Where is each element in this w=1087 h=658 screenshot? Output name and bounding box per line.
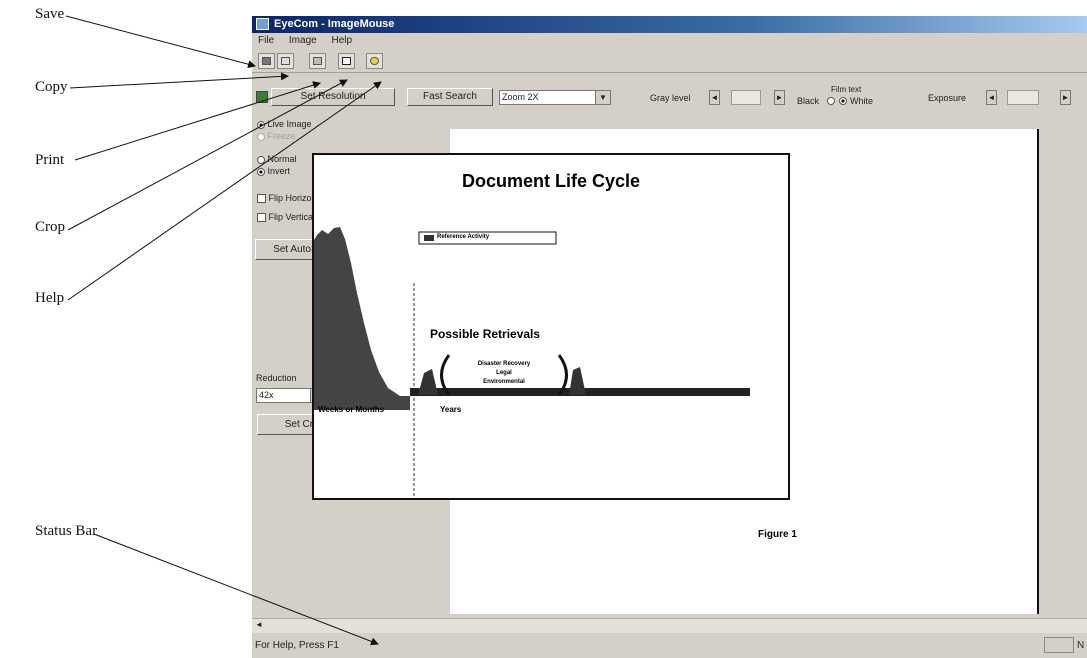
menu-file[interactable]: File: [258, 33, 274, 49]
live-image-label: Live Image: [267, 119, 312, 129]
retrieval-types: Disaster Recovery Legal Environmental: [454, 360, 554, 387]
right-retrieval-peak: [569, 367, 586, 395]
freeze-label: Freeze: [267, 131, 296, 141]
view-right-border: [1037, 129, 1039, 614]
legend-label: Reference Activity: [437, 234, 490, 240]
status-help-text: For Help, Press F1: [255, 640, 339, 651]
black-label: Black: [797, 96, 820, 106]
scroll-left-arrow[interactable]: ◄: [255, 620, 263, 629]
live-image-radio[interactable]: [257, 120, 265, 129]
help-button[interactable]: [366, 53, 383, 69]
life-cycle-graph: [314, 227, 750, 496]
status-panel-right: [1044, 637, 1074, 653]
callout-help: Help: [35, 290, 65, 306]
callout-status-bar: Status Bar: [35, 523, 98, 539]
fast-search-button[interactable]: Fast Search: [407, 88, 493, 106]
save-icon: [262, 57, 271, 65]
save-button[interactable]: [258, 53, 275, 69]
crop-icon: [342, 57, 351, 65]
exposure-label: Exposure: [928, 93, 967, 103]
invert-option[interactable]: Invert: [257, 166, 290, 176]
years-label: Years: [440, 405, 462, 414]
flip-vertical-label: Flip Vertical: [268, 212, 316, 222]
title-bar: EyeCom - ImageMouse: [252, 16, 1087, 33]
app-icon: [256, 18, 269, 30]
figure-title: Document Life Cycle: [461, 171, 641, 191]
live-image-option[interactable]: Live Image: [257, 119, 312, 129]
gray-level-slider[interactable]: [731, 90, 761, 105]
menu-image[interactable]: Image: [289, 33, 317, 49]
status-indicator: N: [1077, 640, 1085, 651]
resolution-icon: [256, 91, 268, 103]
exposure-slider[interactable]: [1007, 90, 1039, 105]
weeks-or-months-label: Weeks or Months: [318, 405, 385, 414]
callout-copy: Copy: [35, 79, 68, 95]
normal-label: Normal: [267, 154, 297, 164]
control-bar: Set Resolution Fast Search Zoom 2X ▼ Gra…: [252, 85, 1087, 108]
normal-option[interactable]: Normal: [257, 154, 297, 164]
flip-vertical-option[interactable]: Flip Vertical: [257, 212, 316, 223]
figure-caption: Figure 1: [758, 529, 797, 540]
invert-radio[interactable]: [257, 167, 265, 176]
help-icon: [370, 57, 379, 65]
exposure-left-arrow[interactable]: ◄: [986, 90, 997, 105]
zoom-select[interactable]: Zoom 2X ▼: [499, 90, 611, 105]
normal-radio[interactable]: [257, 155, 265, 164]
left-retrieval-peak: [418, 369, 438, 395]
window-title: EyeCom - ImageMouse: [274, 18, 395, 30]
gray-level-right-arrow[interactable]: ►: [774, 90, 785, 105]
flip-horizontal-checkbox[interactable]: [257, 194, 266, 204]
copy-button[interactable]: [277, 53, 294, 69]
gray-level-label: Gray level: [650, 93, 691, 103]
menu-bar: File Image Help: [252, 33, 1087, 49]
legend-swatch: [424, 235, 434, 241]
flip-vertical-checkbox[interactable]: [257, 213, 266, 223]
retrieval-type-environmental: Environmental: [483, 379, 525, 385]
invert-label: Invert: [267, 166, 291, 176]
crop-button[interactable]: [338, 53, 355, 69]
film-text-label: Film text: [831, 85, 862, 94]
set-resolution-button[interactable]: Set Resolution: [271, 88, 395, 106]
retrieval-type-legal: Legal: [496, 370, 512, 376]
toolbar: [252, 50, 1087, 73]
freeze-radio[interactable]: [257, 132, 265, 141]
exposure-right-arrow[interactable]: ►: [1060, 90, 1071, 105]
reduction-label: Reduction: [256, 373, 297, 383]
black-radio[interactable]: [827, 97, 835, 105]
callout-save: Save: [35, 6, 65, 22]
status-bar: For Help, Press F1 N: [252, 634, 1087, 658]
horizontal-scrollbar[interactable]: ◄: [252, 618, 1087, 633]
zoom-value: Zoom 2X: [502, 92, 539, 102]
print-button[interactable]: [309, 53, 326, 69]
reference-activity-curve: [314, 227, 410, 410]
document-figure: Document Life Cycle Reference Activity P…: [312, 153, 790, 500]
white-label: White: [850, 96, 874, 106]
callout-print: Print: [35, 152, 65, 168]
freeze-option[interactable]: Freeze: [257, 131, 296, 141]
possible-retrievals-label: Possible Retrievals: [430, 327, 541, 341]
retrieval-type-disaster-recovery: Disaster Recovery: [477, 361, 531, 367]
copy-icon: [281, 57, 290, 65]
menu-help[interactable]: Help: [331, 33, 352, 49]
chevron-down-icon[interactable]: ▼: [595, 91, 610, 104]
callout-crop: Crop: [35, 219, 65, 235]
print-icon: [313, 57, 322, 65]
reduction-value: 42x: [259, 390, 274, 400]
white-radio[interactable]: [839, 97, 847, 105]
gray-level-left-arrow[interactable]: ◄: [709, 90, 720, 105]
